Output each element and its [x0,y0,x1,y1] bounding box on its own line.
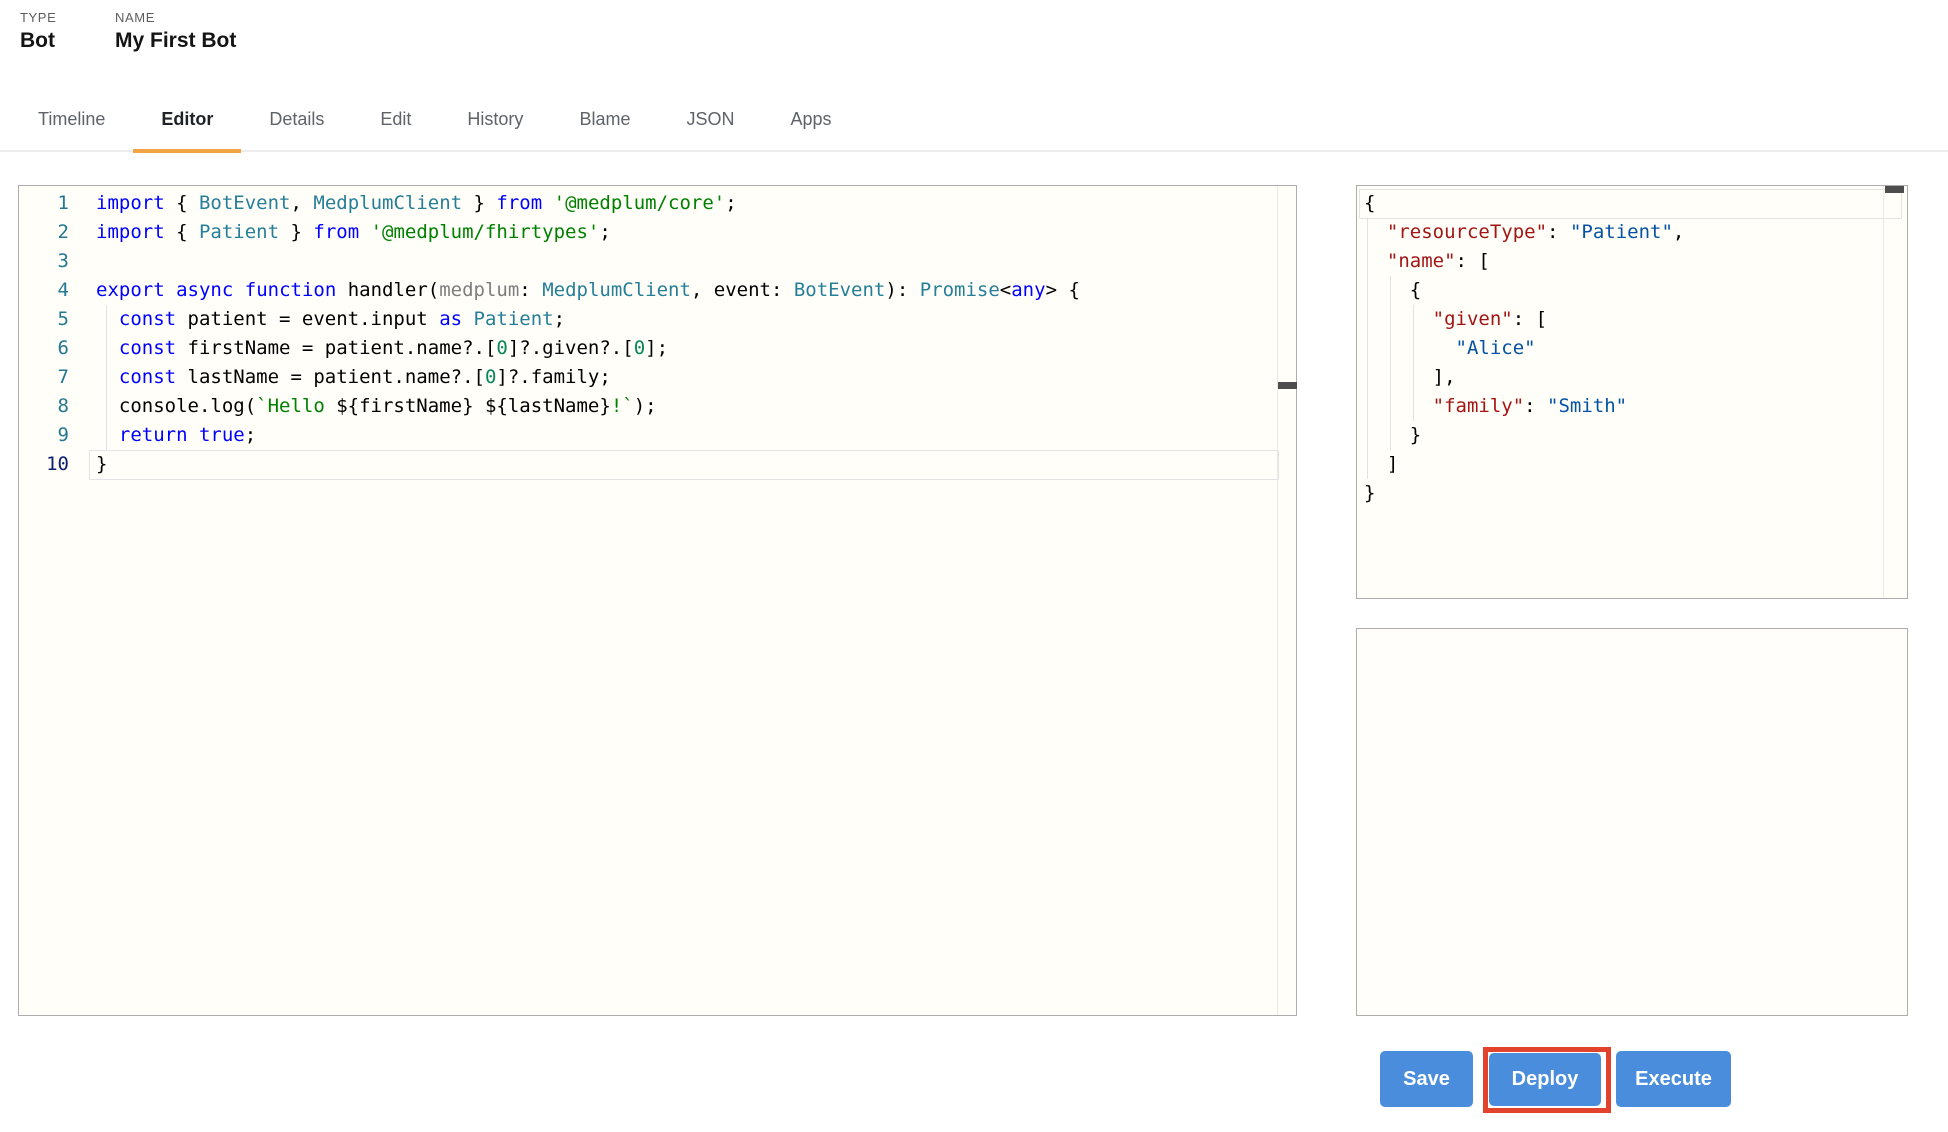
code-line: 4 export async function handler(medplum: … [19,276,1296,305]
json-line: "family": "Smith" [1432,395,1628,417]
tab-edit[interactable]: Edit [352,90,439,152]
line-number: 7 [57,366,69,388]
json-line: ] [1364,453,1399,475]
line-number: 2 [57,221,69,243]
save-button[interactable]: Save [1380,1051,1473,1107]
editor-overview-cursor-mark[interactable] [1885,186,1904,193]
json-line: "Alice" [1455,337,1536,359]
code-line: 10} [19,450,1296,479]
bot-output-panel [1356,628,1908,1016]
name-label: NAME [115,10,155,25]
code-line: 2 import { Patient } from '@medplum/fhirt… [19,218,1296,247]
tab-json[interactable]: JSON [658,90,762,152]
editor-scrollbar-track [1883,186,1884,598]
json-line: } [1364,424,1422,446]
tab-details[interactable]: Details [241,90,352,152]
code-line: 6 const firstName = patient.name?.[0]?.g… [19,334,1296,363]
line-number: 5 [57,308,69,330]
json-line: { [1364,279,1422,301]
code-line: 9 return true; [19,421,1296,450]
line-number: 3 [57,250,69,272]
deploy-button[interactable]: Deploy [1489,1053,1601,1106]
code-line: 7 const lastName = patient.name?.[0]?.fa… [19,363,1296,392]
type-label: TYPE [20,10,57,25]
json-line: "name": [ [1386,250,1490,272]
tab-timeline[interactable]: Timeline [10,90,133,152]
line-number: 4 [57,279,69,301]
type-value: Bot [20,29,55,52]
execute-button[interactable]: Execute [1616,1051,1731,1107]
line-number: 10 [46,453,69,475]
tab-history[interactable]: History [439,90,551,152]
json-line: "given": [ [1432,308,1548,330]
code-line: 5 const patient = event.input as Patient… [19,305,1296,334]
line-number: 1 [57,192,69,214]
code-line: 1 import { BotEvent, MedplumClient } from… [19,189,1296,218]
tab-blame[interactable]: Blame [551,90,658,152]
json-line: { [1364,192,1376,214]
code-line: 3 [19,247,1296,276]
tab-editor[interactable]: Editor [133,90,242,153]
editor-scrollbar-track [1277,186,1278,1015]
resource-tabs: Timeline Editor Details Edit History Blame JSO… [10,90,1948,153]
code-line: 8 console.log(`Hello ${firstName} ${last… [19,392,1296,421]
bot-code-editor[interactable]: 1 import { BotEvent, MedplumClient } from… [18,185,1297,1016]
line-number: 9 [57,424,69,446]
line-number: 8 [57,395,69,417]
bot-input-json-editor[interactable]: { "resourceType": "Patient", "name": [ {… [1356,185,1908,599]
json-line: ], [1364,366,1456,388]
page-title: My First Bot [115,29,237,52]
json-line: "resourceType": "Patient", [1386,221,1685,243]
editor-overview-cursor-mark[interactable] [1278,382,1297,389]
tab-apps[interactable]: Apps [762,90,859,152]
line-number: 6 [57,337,69,359]
json-line: } [1364,482,1376,504]
